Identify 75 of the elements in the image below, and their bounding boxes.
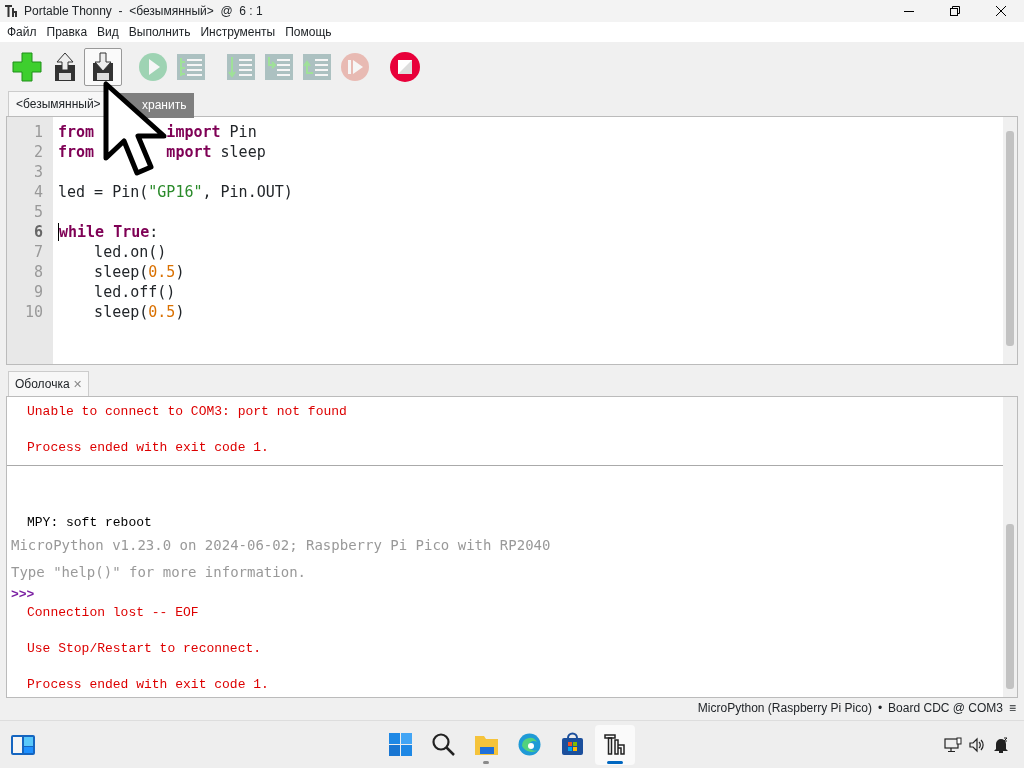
separator-dot: • [877, 700, 883, 717]
line-number: 5 [32, 202, 43, 222]
error-message: Process ended with exit code 1. [26, 439, 270, 457]
keyword-text: mport [166, 143, 212, 161]
code-text: ) [175, 303, 185, 321]
line-number: 3 [32, 162, 43, 182]
network-icon[interactable] [944, 736, 962, 753]
shell-output: MPY: soft reboot [26, 514, 153, 532]
line-number: 10 [23, 302, 43, 322]
line-number: 2 [32, 142, 43, 162]
thonny-icon [602, 732, 628, 757]
save-button[interactable] [84, 48, 122, 86]
keyword-text: from [58, 143, 95, 161]
line-number: 1 [32, 122, 43, 142]
maximize-icon[interactable] [950, 6, 960, 16]
line-number: 9 [32, 282, 43, 302]
widgets-icon[interactable] [10, 733, 36, 756]
code-text: sleep( [93, 263, 149, 281]
code-text: "GP16" [148, 183, 203, 201]
line-number: 4 [32, 182, 43, 202]
menu-item[interactable]: Правка [41, 22, 93, 42]
close-tab-button[interactable]: ✕ [72, 375, 82, 393]
code-text: sleep [219, 143, 266, 161]
volume-icon[interactable] [968, 736, 986, 753]
app-icon [4, 4, 18, 18]
line-number: 8 [32, 262, 43, 282]
code-text: led.off() [93, 283, 176, 301]
code-text: , Pin.OUT) [202, 183, 293, 201]
banner-text: Type "help()" for more information. [10, 563, 307, 582]
start-icon [387, 732, 413, 757]
code-text: 0.5 [148, 263, 176, 281]
shell-tab[interactable]: Оболочка [15, 375, 70, 393]
code-text: sleep( [93, 303, 149, 321]
step-into-icon [263, 51, 295, 83]
keyword-text: import [166, 123, 221, 141]
code-text: : [149, 223, 159, 241]
menu-item[interactable]: Выполнить [123, 22, 196, 42]
browser-icon [516, 732, 542, 757]
notification-bell-icon[interactable] [992, 736, 1010, 753]
menu-item[interactable]: Помощь [280, 22, 337, 42]
taskbar-app[interactable] [595, 724, 635, 765]
menu-item[interactable]: Инструменты [195, 22, 281, 42]
step-out-icon [301, 51, 333, 83]
banner-text: MicroPython v1.23.0 on 2024-06-02; Raspberry Pi Pico with RP2040 [10, 536, 552, 555]
code-text: ) [175, 263, 185, 281]
step-over-icon [225, 51, 257, 83]
error-message: Unable to connect to COM3: port not found [26, 403, 348, 421]
shell-prompt: >>> [10, 586, 36, 604]
keyword-text: from [58, 123, 95, 141]
line-number: 6 [32, 222, 43, 242]
menu-item[interactable]: Вид [92, 22, 124, 42]
store-icon [559, 732, 585, 757]
window-title: Portable Thonny - <безымянный> @ 6 : 1 [24, 3, 264, 20]
search-icon [430, 732, 456, 757]
resume-icon [339, 51, 371, 83]
scrollbar-thumb[interactable] [1006, 524, 1014, 689]
debug-list-icon [175, 51, 207, 83]
error-message: Connection lost -- EOF [26, 604, 200, 622]
error-message: Process ended with exit code 1. [26, 676, 270, 694]
close-icon[interactable] [996, 6, 1006, 16]
code-text: led.on() [93, 243, 167, 261]
interpreter-label[interactable]: MicroPython (Raspberry Pi Pico) [697, 699, 872, 717]
error-message: Use Stop/Restart to reconnect. [26, 640, 263, 658]
line-number: 7 [32, 242, 43, 262]
code-text: led = Pin( [58, 183, 149, 201]
plus-icon [11, 51, 43, 83]
play-icon [137, 51, 169, 83]
code-text: 0.5 [148, 303, 176, 321]
keyword-text: while True [58, 223, 150, 241]
stop-icon [389, 51, 421, 83]
menu-button[interactable]: ≡ [1009, 699, 1016, 717]
port-label[interactable]: Board CDC @ COM3 [888, 699, 1003, 717]
scrollbar-thumb[interactable] [1006, 131, 1014, 346]
code-text: Pin [228, 123, 257, 141]
menu-item[interactable]: Файл [2, 22, 42, 42]
